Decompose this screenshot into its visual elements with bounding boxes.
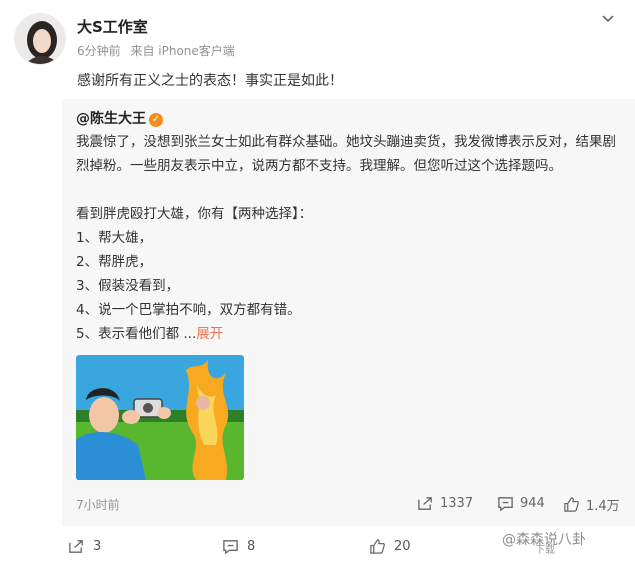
repost-count-label: 1337 (440, 496, 474, 511)
repost-like-count[interactable]: 1.4万 (563, 495, 620, 514)
post-meta: 6分钟前 来自 iPhone客户端 (77, 42, 241, 59)
repost-author-name[interactable]: @陈生大王 (76, 111, 146, 127)
repost-paragraph: 1、帮大雄， (76, 230, 153, 246)
reposted-card[interactable]: @陈生大王 ✓ 我震惊了，没想到张兰女士如此有群众基础。她坟头蹦迪卖货，我发微博表… (62, 99, 635, 526)
repost-image[interactable] (76, 355, 244, 480)
avatar[interactable] (14, 13, 66, 65)
author-name[interactable]: 大S工作室 (77, 16, 148, 37)
like-icon (370, 539, 385, 554)
repost-paragraph: 看到胖虎殴打大雄，你有【两种选择】： (76, 206, 313, 222)
like-button[interactable]: 20 (369, 538, 411, 555)
repost-time[interactable]: 7小时前 (76, 496, 120, 513)
repost-repost-count[interactable]: 1337 (417, 495, 473, 512)
expand-link[interactable]: 展开 (196, 326, 223, 342)
verified-icon: ✓ (149, 113, 163, 127)
like-action-count: 20 (394, 539, 411, 554)
repost-paragraph (76, 178, 621, 202)
like-icon (564, 497, 579, 512)
chevron-down-icon[interactable] (600, 10, 616, 26)
comment-button[interactable]: 8 (222, 538, 255, 555)
repost-comment-count[interactable]: 944 (497, 495, 545, 512)
comment-icon (498, 497, 513, 512)
repost-icon (418, 497, 432, 510)
post-text: 感谢所有正义之士的表态！事实正是如此！ (77, 73, 343, 89)
repost-author[interactable]: @陈生大王 ✓ (76, 108, 163, 128)
post-time[interactable]: 6分钟前 (77, 44, 121, 58)
repost-action-count: 3 (93, 539, 102, 554)
download-label: 下载 (535, 545, 555, 556)
repost-button[interactable]: 3 (68, 538, 101, 555)
repost-paragraph: 我震惊了，没想到张兰女士如此有群众基础。她坟头蹦迪卖货，我发微博表示反对，结果剧… (76, 134, 616, 174)
repost-paragraph: 2、帮胖虎， (76, 254, 153, 270)
comment-count-label: 944 (520, 496, 545, 511)
repost-paragraph: 3、假装没看到， (76, 278, 180, 294)
post-source: 来自 iPhone客户端 (130, 44, 235, 58)
repost-last-line: 5、表示看他们都 ...展开 (76, 326, 224, 342)
repost-body: 我震惊了，没想到张兰女士如此有群众基础。她坟头蹦迪卖货，我发微博表示反对，结果剧… (76, 130, 621, 346)
repost-icon (69, 540, 83, 553)
comment-action-count: 8 (247, 539, 256, 554)
comment-icon (223, 540, 238, 555)
repost-paragraph: 4、说一个巴掌拍不响，双方都有错。 (76, 302, 301, 318)
like-count-label: 1.4万 (586, 499, 620, 514)
